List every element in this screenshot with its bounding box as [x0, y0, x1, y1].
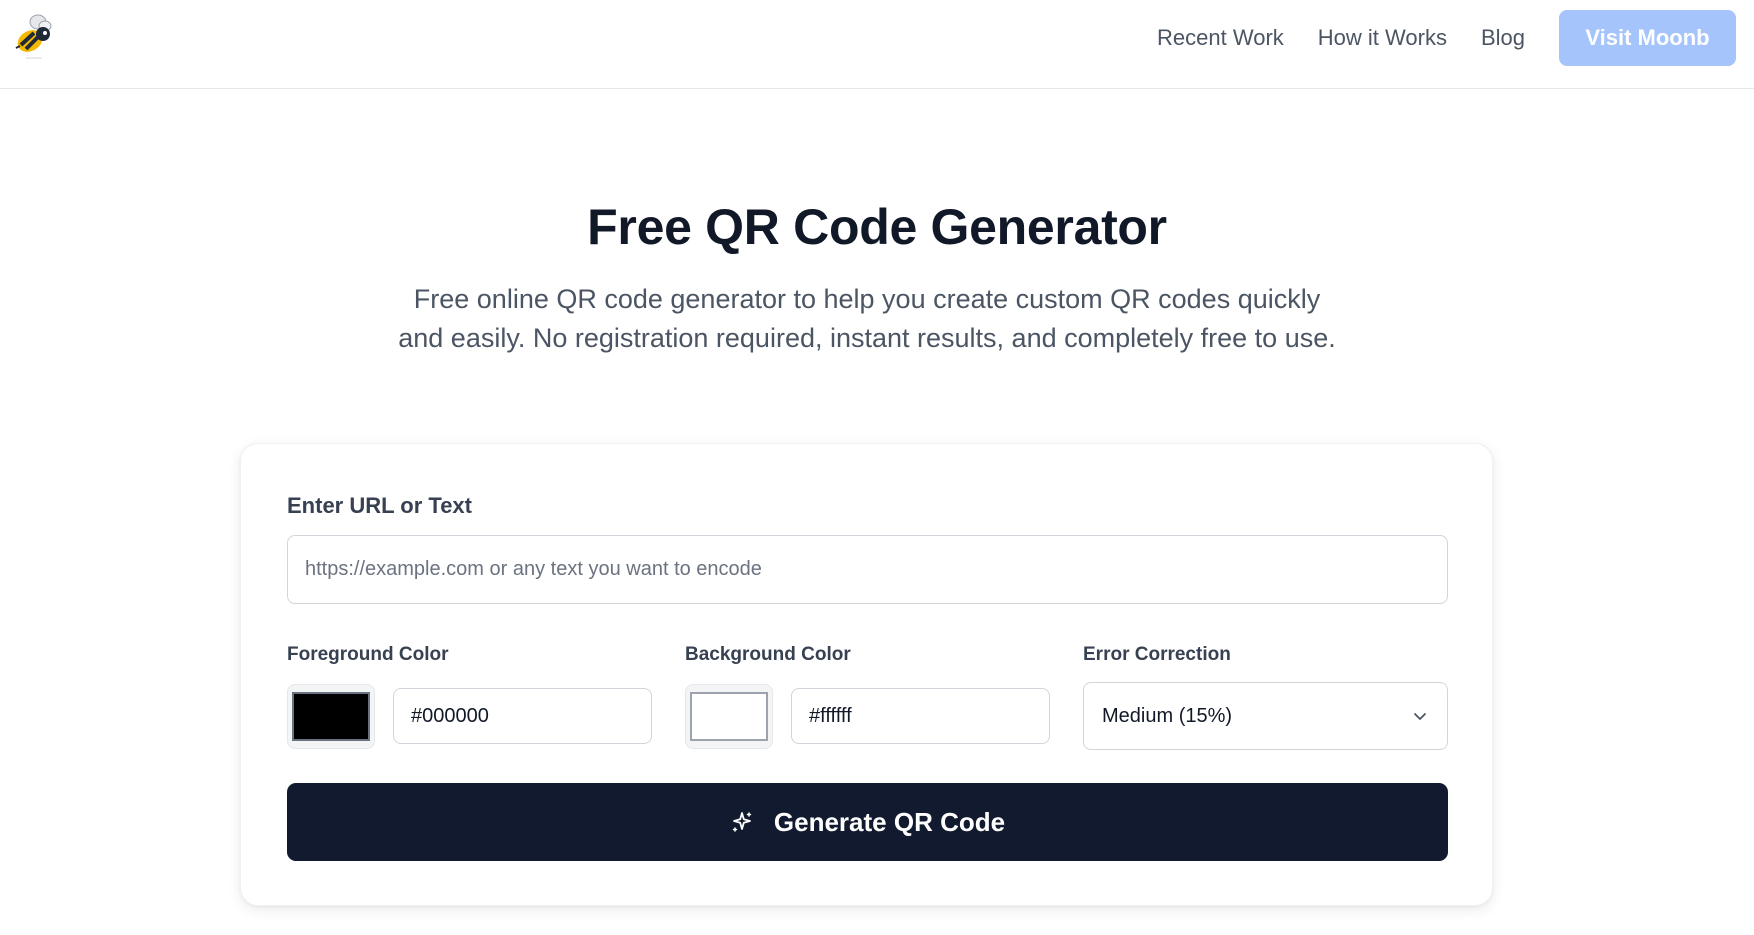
foreground-color-label: Foreground Color: [287, 644, 449, 665]
nav-link-recent-work[interactable]: Recent Work: [1157, 25, 1284, 51]
url-input[interactable]: [287, 535, 1448, 604]
nav-link-blog[interactable]: Blog: [1481, 25, 1525, 51]
sparkles-icon: [732, 812, 752, 832]
bee-logo-icon[interactable]: [12, 14, 56, 60]
chevron-down-icon: [1414, 713, 1426, 720]
url-label: Enter URL or Text: [287, 493, 472, 518]
visit-moonb-button[interactable]: Visit Moonb: [1559, 10, 1736, 66]
error-correction-value: Medium (15%): [1102, 704, 1233, 727]
page-title: Free QR Code Generator: [587, 199, 1167, 255]
generate-qr-button[interactable]: Generate QR Code: [287, 783, 1448, 861]
foreground-hex-input[interactable]: [393, 688, 652, 744]
foreground-color-swatch[interactable]: [287, 684, 375, 749]
background-swatch-fill: [690, 692, 768, 741]
error-correction-select[interactable]: Medium (15%): [1083, 682, 1448, 750]
foreground-swatch-fill: [292, 692, 370, 741]
nav-link-how-it-works[interactable]: How it Works: [1318, 25, 1447, 51]
error-correction-label: Error Correction: [1083, 644, 1231, 665]
background-hex-input[interactable]: [791, 688, 1050, 744]
generate-qr-label: Generate QR Code: [773, 806, 1006, 837]
qr-generator-card: Enter URL or Text Foreground Color Backg…: [240, 443, 1493, 906]
background-color-swatch[interactable]: [685, 684, 773, 749]
main-nav: Recent Work How it Works Blog Visit Moon…: [1157, 10, 1736, 66]
background-color-label: Background Color: [685, 644, 851, 665]
page-subtitle: Free online QR code generator to help yo…: [398, 284, 1336, 353]
site-header: Recent Work How it Works Blog Visit Moon…: [0, 0, 1754, 89]
